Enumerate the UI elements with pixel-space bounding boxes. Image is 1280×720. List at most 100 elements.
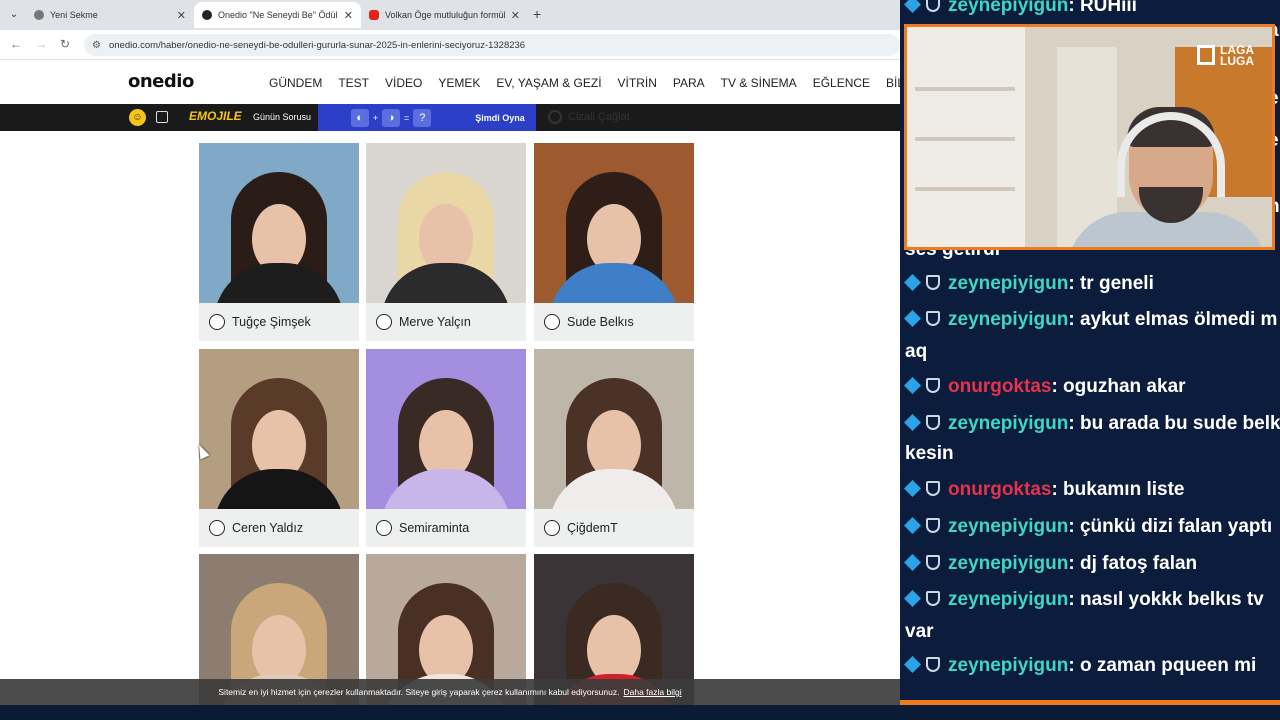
screen-bottom-strip xyxy=(0,705,1280,720)
nav-item[interactable]: BİLGİS xyxy=(886,76,900,90)
forward-arrow-icon[interactable]: → xyxy=(35,37,47,51)
shield-badge-icon xyxy=(926,555,940,570)
chat-username[interactable]: zeynepiyigun xyxy=(948,413,1068,434)
subscriber-badge-icon xyxy=(904,274,921,291)
contestant-name: Merve Yalçın xyxy=(399,315,471,329)
poll-option-row[interactable]: Semiraminta xyxy=(366,509,526,547)
subscriber-badge-icon xyxy=(904,414,921,431)
poll-option-row[interactable]: Ceren Yaldız xyxy=(199,509,359,547)
radio-button[interactable] xyxy=(376,520,392,536)
main-nav: GÜNDEM TEST VİDEO YEMEK EV, YAŞAM & GEZİ VİTR… xyxy=(269,61,900,104)
radio-button[interactable] xyxy=(209,520,225,536)
poll-option-row[interactable]: Tuğçe Şimşek xyxy=(199,303,359,341)
tab-onedio[interactable]: Onedio "Ne Seneydi Be" Ödülleri ✕ xyxy=(194,2,361,28)
address-bar: ← → ↻ ⚙ onedio.com/haber/onedio-ne-seney… xyxy=(0,30,900,60)
contestant-photo[interactable] xyxy=(199,349,359,509)
youtube-icon xyxy=(369,10,379,20)
contestant-photo[interactable] xyxy=(534,349,694,509)
shield-badge-icon xyxy=(926,0,940,12)
close-tab-icon[interactable]: ✕ xyxy=(344,9,353,22)
poll-option-row[interactable]: Sude Belkıs xyxy=(534,303,694,341)
contestant-name: Tuğçe Şimşek xyxy=(232,315,311,329)
poll-option-card[interactable]: Tuğçe Şimşek xyxy=(199,143,359,341)
chat-message-continuation: aq xyxy=(905,336,1280,367)
chat-username[interactable]: zeynepiyigun xyxy=(948,655,1068,676)
bookshelf xyxy=(907,27,1025,247)
radio-button[interactable] xyxy=(544,520,560,536)
chat-text: : RUHiii xyxy=(1068,0,1137,16)
new-tab-plus-icon[interactable]: + xyxy=(533,6,541,22)
url-field[interactable]: ⚙ onedio.com/haber/onedio-ne-seneydi-be-… xyxy=(84,34,900,56)
site-header: onedio GÜNDEM TEST VİDEO YEMEK EV, YAŞAM & G… xyxy=(0,61,900,104)
nav-item[interactable]: TV & SİNEMA xyxy=(721,76,797,90)
emoji-smile-icon[interactable]: ☺ xyxy=(129,109,146,126)
emoji-tile-icon: ◐ xyxy=(350,108,369,127)
poll-option-card[interactable]: Merve Yalçın xyxy=(366,143,526,341)
play-now-button[interactable]: Şimdi Oyna xyxy=(464,104,536,131)
contestant-name: Ceren Yaldız xyxy=(232,521,304,535)
tab-new[interactable]: Yeni Sekme ✕ xyxy=(26,2,194,28)
nav-item[interactable]: YEMEK xyxy=(438,76,480,90)
laga-luga-logo: LAGA LUGA xyxy=(1197,44,1254,67)
emoji-tile-icon: ◑ xyxy=(382,108,400,127)
poll-option-row[interactable]: ÇiğdemT xyxy=(534,509,694,547)
chat-username[interactable]: zeynepiyigun xyxy=(948,516,1068,537)
back-arrow-icon[interactable]: ← xyxy=(10,37,22,51)
poll-option-row[interactable]: Merve Yalçın xyxy=(366,303,526,341)
close-tab-icon[interactable]: ✕ xyxy=(511,9,520,22)
contestant-photo[interactable] xyxy=(534,143,694,303)
screen-root: ⌄ Yeni Sekme ✕ Onedio "Ne Seneydi Be" Öd… xyxy=(0,0,1280,720)
chat-text: : bukamın liste xyxy=(1051,479,1185,500)
radio-button[interactable] xyxy=(376,314,392,330)
tab-search-chevron-icon[interactable]: ⌄ xyxy=(6,6,22,22)
radio-button[interactable] xyxy=(544,314,560,330)
emoji-puzzle[interactable]: ◐ + ◑ = ? xyxy=(318,104,464,131)
nav-item[interactable]: VİTRİN xyxy=(618,76,657,90)
subscriber-badge-icon xyxy=(904,554,921,571)
site-info-icon[interactable]: ⚙ xyxy=(92,40,101,51)
game-controller-icon[interactable] xyxy=(156,111,168,123)
site-logo[interactable]: onedio xyxy=(128,71,194,92)
radio-button[interactable] xyxy=(209,314,225,330)
chat-username[interactable]: zeynepiyigun xyxy=(948,589,1068,610)
nav-item[interactable]: EĞLENCE xyxy=(813,76,870,90)
chat-username[interactable]: zeynepiyigun xyxy=(948,309,1068,330)
question-of-day: Günün Sorusu xyxy=(253,112,312,122)
tab-title: Onedio "Ne Seneydi Be" Ödülleri xyxy=(218,10,338,20)
emojile-logo[interactable]: EMOJILE xyxy=(189,109,242,123)
subscriber-badge-icon xyxy=(904,310,921,327)
contestant-photo[interactable] xyxy=(366,349,526,509)
nav-item[interactable]: EV, YAŞAM & GEZİ xyxy=(496,76,601,90)
chat-username[interactable]: onurgoktas xyxy=(948,376,1051,397)
chat-username[interactable]: zeynepiyigun xyxy=(948,553,1068,574)
shield-badge-icon xyxy=(926,378,940,393)
poll-option-card[interactable]: Semiraminta xyxy=(366,349,526,547)
chat-message: zeynepiyigun: çünkü dizi falan yaptı xyxy=(904,511,1280,542)
hidden-option-label: Cizali Çağlat xyxy=(568,111,630,123)
cookie-text: Sitemiz en iyi hizmet için çerezler kull… xyxy=(218,687,620,697)
nav-item[interactable]: GÜNDEM xyxy=(269,76,322,90)
tab-youtube[interactable]: Volkan Öge mutluluğun formülü ✕ xyxy=(361,2,528,28)
cookie-more-link[interactable]: Daha fazla bilgi xyxy=(623,687,681,697)
shield-badge-icon xyxy=(926,657,940,672)
poll-option-card[interactable]: ÇiğdemT xyxy=(534,349,694,547)
poll-option-card[interactable]: Ceren Yaldız xyxy=(199,349,359,547)
nav-item[interactable]: PARA xyxy=(673,76,705,90)
laga-luga-mark-icon xyxy=(1197,45,1215,65)
globe-icon xyxy=(34,10,44,20)
chat-username[interactable]: zeynepiyigun xyxy=(948,0,1068,16)
contestant-photo[interactable] xyxy=(199,143,359,303)
chat-text: : nasıl yokkk belkıs tv xyxy=(1068,589,1264,610)
nav-item[interactable]: VİDEO xyxy=(385,76,422,90)
close-tab-icon[interactable]: ✕ xyxy=(177,9,186,22)
contestant-photo[interactable] xyxy=(366,143,526,303)
chat-text: : dj fatoş falan xyxy=(1068,553,1198,574)
puzzle-operator: = xyxy=(404,112,410,123)
chat-username[interactable]: onurgoktas xyxy=(948,479,1051,500)
poll-option-card[interactable]: Sude Belkıs xyxy=(534,143,694,341)
nav-item[interactable]: TEST xyxy=(338,76,369,90)
chat-username[interactable]: zeynepiyigun xyxy=(948,273,1068,294)
chat-message: onurgoktas: oguzhan akar xyxy=(904,371,1280,402)
chat-text: : o zaman pqueen mi xyxy=(1068,655,1257,676)
reload-icon[interactable]: ↻ xyxy=(60,37,70,51)
